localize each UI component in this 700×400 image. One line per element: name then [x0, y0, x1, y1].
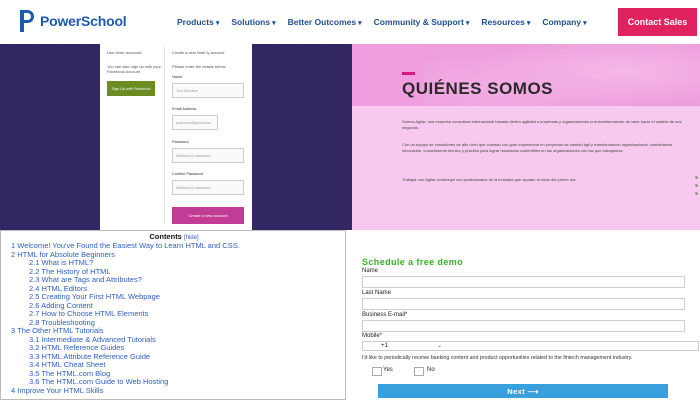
brand-name: PowerSchool: [40, 13, 127, 29]
facebook-hint: You can also sign up with your Facebook …: [107, 64, 161, 74]
about-paragraph-3: Trabajar con Agilar contribuye con profe…: [402, 177, 577, 182]
divider: [164, 46, 165, 224]
demo-form: Schedule a free demo Name Last Name Busi…: [346, 230, 700, 400]
toc-item-number: 4: [11, 385, 16, 395]
password-input[interactable]: Minimum 8 characters: [172, 148, 244, 163]
menu-item-community-support[interactable]: Community & Support ▾: [374, 17, 470, 27]
email-label: Email Address: [172, 107, 197, 111]
confirm-password-label: Confirm Password: [172, 172, 204, 176]
carousel-dot[interactable]: [695, 176, 698, 179]
table-of-contents: Contents [hide] 1 Welcome! You've Found …: [0, 230, 346, 400]
powerschool-logo[interactable]: PowerSchool: [20, 10, 127, 32]
country-code: +1: [381, 343, 388, 349]
contact-sales-button[interactable]: Contact Sales: [618, 8, 697, 36]
top-navbar: PowerSchool Products ▾ Solutions ▾ Better …: [0, 0, 700, 44]
toc-item-number: 2: [11, 249, 16, 259]
yes-label: Yes: [383, 367, 393, 373]
about-paragraph-1: Somos Agilar, una empresa consultora int…: [402, 119, 682, 130]
mobile-field[interactable]: +1 ⌄: [362, 341, 699, 351]
password-label: Password: [172, 140, 189, 144]
menu-item-solutions[interactable]: Solutions ▾: [231, 17, 275, 27]
create-account-button[interactable]: Create a new account: [172, 207, 244, 224]
about-paragraph-2: Con un equipo de consultores de alto niv…: [402, 142, 673, 153]
chevron-down-icon: ▾: [526, 20, 531, 27]
create-heading: Create a new Note.ly account: [172, 50, 225, 55]
other-accounts-label: Use other accounts: [107, 50, 142, 55]
business-email-label: Business E-mail*: [362, 312, 408, 318]
main-menu: Products ▾ Solutions ▾ Better Outcomes ▾ Co…: [177, 17, 599, 27]
confirm-password-input[interactable]: Minimum 8 characters: [172, 180, 244, 195]
chevron-down-icon[interactable]: ⌄: [437, 342, 442, 351]
email-input[interactable]: yourname@gmail.com: [172, 115, 218, 130]
chevron-down-icon: ▾: [465, 20, 470, 27]
signup-panel: Use other accounts You can also sign up …: [0, 44, 352, 230]
name-label: Name: [172, 75, 183, 79]
carousel-dot[interactable]: [695, 184, 698, 187]
no-radio[interactable]: [414, 367, 424, 376]
menu-item-better-outcomes[interactable]: Better Outcomes ▾: [288, 17, 362, 27]
chevron-down-icon: ▾: [583, 20, 587, 27]
name-field[interactable]: [362, 276, 685, 288]
chevron-down-icon: ▾: [358, 20, 362, 27]
menu-item-company[interactable]: Company ▾: [542, 17, 586, 27]
powerschool-logo-icon: [20, 10, 34, 32]
signup-card: Use other accounts You can also sign up …: [100, 44, 252, 230]
create-hint: Please enter the details below: [172, 64, 226, 69]
yes-radio[interactable]: [372, 367, 382, 376]
toc-item[interactable]: 4 Improve Your HTML Skills: [11, 385, 104, 395]
consent-text: I'd like to periodically receive banking…: [362, 355, 633, 361]
about-title: QUIÉNES SOMOS: [402, 79, 554, 98]
signup-facebook-button[interactable]: Sign Up with Facebook: [107, 81, 155, 96]
menu-item-resources[interactable]: Resources ▾: [481, 17, 530, 27]
toc-title: Contents [hide]: [149, 232, 199, 241]
business-email-field[interactable]: [362, 320, 685, 332]
name-label: Name: [362, 268, 379, 274]
carousel-dot[interactable]: [695, 192, 698, 195]
toc-item-label: Improve Your HTML Skills: [17, 385, 104, 395]
toc-item-number: 3: [11, 326, 16, 335]
last-name-label: Last Name: [362, 290, 392, 296]
title-accent-bar: [402, 72, 415, 75]
mobile-label: Mobile*: [362, 333, 383, 339]
last-name-field[interactable]: [362, 298, 685, 310]
menu-item-products[interactable]: Products ▾: [177, 17, 219, 27]
next-button[interactable]: Next ⟶: [378, 384, 668, 398]
about-panel: QUIÉNES SOMOS Somos Agilar, una empresa …: [352, 44, 700, 230]
name-input[interactable]: Your full name: [172, 83, 244, 98]
no-label: No: [427, 367, 435, 373]
demo-title: Schedule a free demo: [362, 257, 464, 267]
chevron-down-icon: ▾: [272, 20, 276, 27]
chevron-down-icon: ▾: [215, 20, 220, 27]
